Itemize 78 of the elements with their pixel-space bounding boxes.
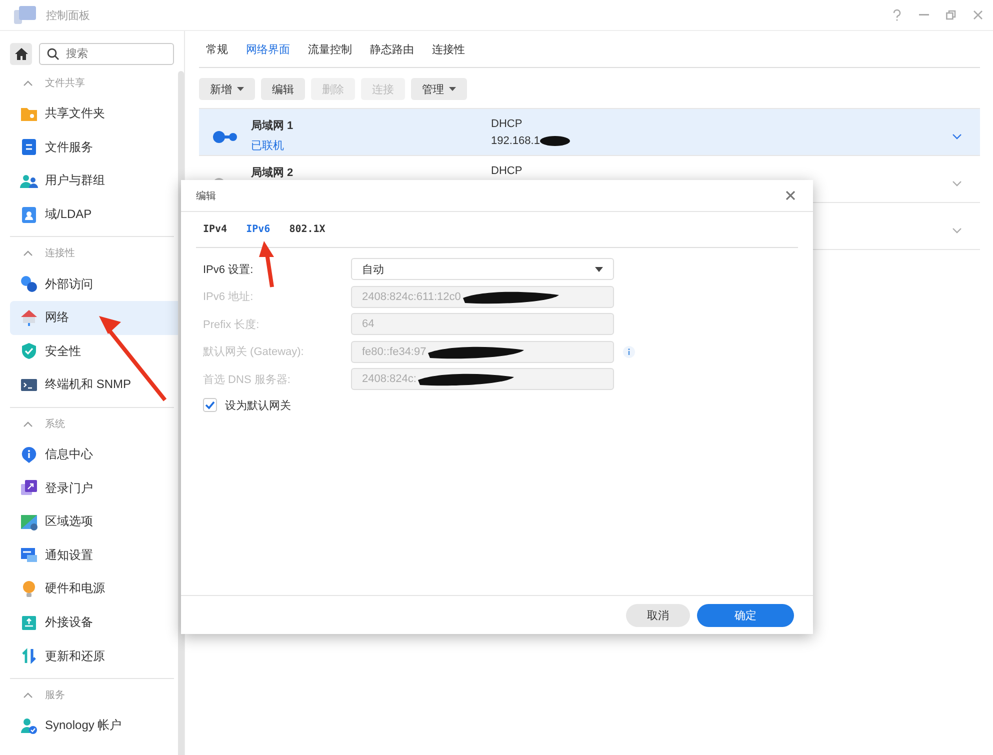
sidebar-item[interactable]: 终端机和 SNMP	[10, 368, 182, 402]
caret-icon	[595, 266, 603, 272]
sidebar-item[interactable]: 通知设置	[10, 538, 182, 572]
house-icon	[20, 308, 38, 327]
close-icon[interactable]	[973, 10, 983, 20]
minimize-icon[interactable]	[919, 14, 929, 16]
sidebar-item[interactable]: 信息中心	[10, 438, 182, 472]
field-label: IPv6 设置:	[203, 262, 254, 276]
tab[interactable]: IPv6	[239, 220, 278, 239]
search-field[interactable]: 搜索	[39, 43, 174, 65]
cancel-button[interactable]: 取消	[626, 604, 690, 626]
dropdown-field[interactable]: 自动	[351, 258, 614, 280]
toolbar-button[interactable]: 编辑	[261, 78, 305, 100]
map-icon	[20, 512, 38, 531]
chevron-up-icon	[23, 250, 33, 256]
tab[interactable]: 常规	[199, 36, 235, 62]
close-icon[interactable]	[786, 191, 795, 200]
chevron-down-icon[interactable]	[952, 180, 962, 186]
dropdown-button[interactable]: 管理	[411, 78, 467, 100]
message-icon	[20, 546, 38, 564]
tab[interactable]: 流量控制	[301, 36, 359, 62]
login-icon	[20, 479, 38, 498]
interface-row[interactable]: 局域网 1 已联机 DHCP 192.168.1	[199, 109, 980, 156]
sidebar-item[interactable]: 用户与群组	[10, 164, 182, 198]
home-icon	[14, 48, 28, 60]
chevron-down-icon[interactable]	[952, 134, 962, 140]
interface-status: 已联机	[251, 139, 285, 153]
link-icon	[20, 275, 38, 294]
tab[interactable]: 静态路由	[363, 36, 421, 62]
interface-name: 局域网 1	[251, 118, 294, 133]
sidebar-item[interactable]: 登录门户	[10, 471, 182, 505]
search-icon	[47, 48, 59, 60]
file-icon	[20, 138, 38, 156]
interface-mode: DHCP	[491, 118, 524, 130]
sidebar-item[interactable]: 安全性	[10, 334, 182, 368]
chevron-up-icon	[23, 692, 33, 698]
sidebar-item[interactable]: 文件服务	[10, 130, 182, 164]
field-label: Prefix 长度:	[203, 318, 260, 332]
dropdown-button[interactable]: 新增	[199, 78, 255, 100]
dialog-title: 编辑	[196, 190, 216, 202]
interface-address: 192.168.1	[491, 135, 540, 147]
sidebar-item[interactable]: Synology 帐户	[10, 708, 182, 742]
app-logo-icon	[14, 6, 36, 24]
caret-icon	[449, 87, 456, 91]
sidebar-item[interactable]: 更新和还原	[10, 639, 182, 673]
sidebar-item[interactable]: 共享文件夹	[10, 97, 182, 131]
field-label: 首选 DNS 服务器:	[203, 372, 292, 386]
chevron-up-icon	[23, 420, 33, 427]
field-label: IPv6 地址:	[203, 290, 254, 304]
shield-icon	[20, 342, 38, 360]
user-badge-icon	[20, 716, 38, 735]
confirm-button[interactable]: 确定	[697, 604, 794, 626]
tab[interactable]: 网络界面	[239, 36, 297, 62]
sidebar-item[interactable]: 外接设备	[10, 606, 182, 640]
checkbox[interactable]	[203, 398, 217, 412]
checkbox-label: 设为默认网关	[225, 398, 291, 412]
interface-name: 局域网 2	[251, 166, 294, 180]
field-label: 默认网关 (Gateway):	[203, 344, 305, 359]
sidebar-item[interactable]: 域/LDAP	[10, 198, 182, 232]
chevron-up-icon	[23, 80, 33, 86]
interface-mode: DHCP	[491, 165, 524, 177]
sidebar-item[interactable]: 外部访问	[10, 267, 182, 301]
tab[interactable]: 连接性	[425, 36, 472, 62]
tab[interactable]: IPv4	[196, 220, 236, 239]
info-icon	[20, 446, 38, 464]
window-title: 控制面板	[46, 8, 90, 22]
caret-icon	[237, 87, 244, 91]
id-card-icon	[20, 206, 38, 224]
help-icon[interactable]	[892, 9, 902, 21]
sync-icon	[20, 647, 38, 666]
bulb-icon	[20, 580, 38, 598]
sidebar-item[interactable]: 区域选项	[10, 504, 182, 539]
device-icon	[20, 614, 38, 632]
chevron-down-icon[interactable]	[952, 228, 962, 234]
sidebar-item[interactable]: 硬件和电源	[10, 572, 182, 606]
tab[interactable]: 802.1X	[282, 220, 334, 239]
home-button[interactable]	[10, 43, 32, 65]
restore-icon[interactable]	[946, 10, 956, 20]
